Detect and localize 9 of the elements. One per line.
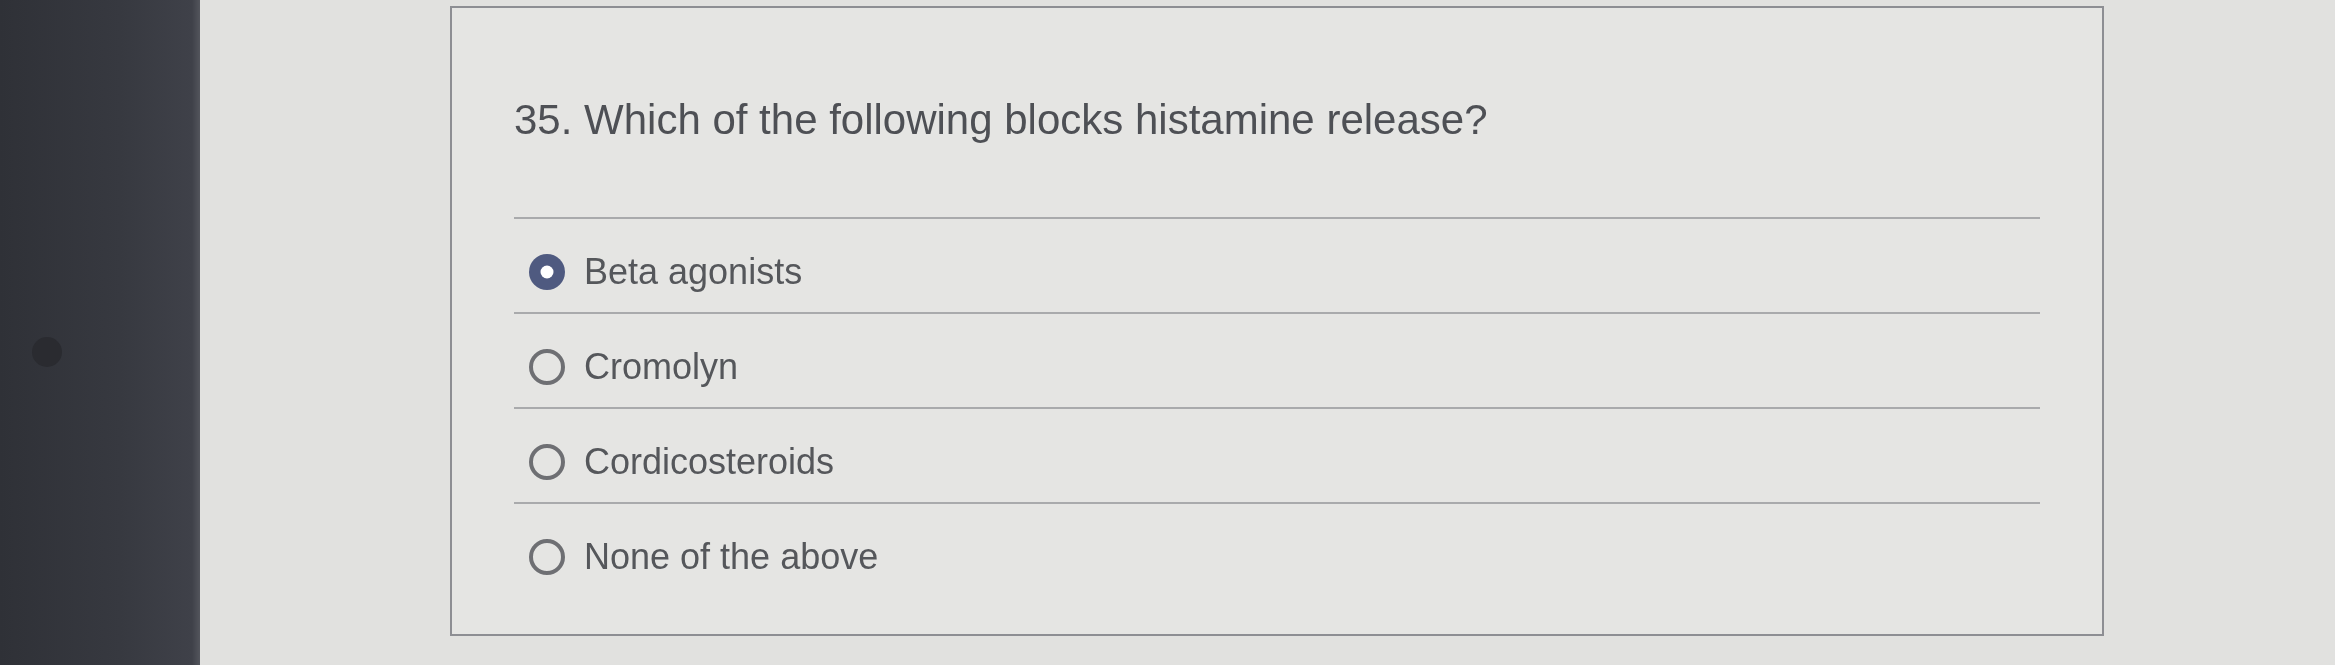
radio-button[interactable]	[529, 254, 565, 290]
option-label: Cordicosteroids	[584, 443, 835, 481]
option-label: Cromolyn	[584, 348, 739, 386]
option-label: None of the above	[584, 538, 879, 576]
radio-button[interactable]	[529, 539, 565, 575]
option-label: Beta agonists	[584, 253, 803, 291]
radio-button[interactable]	[529, 444, 565, 480]
question-text: 35. Which of the following blocks histamine release?	[514, 95, 1488, 145]
radio-button[interactable]	[529, 349, 565, 385]
